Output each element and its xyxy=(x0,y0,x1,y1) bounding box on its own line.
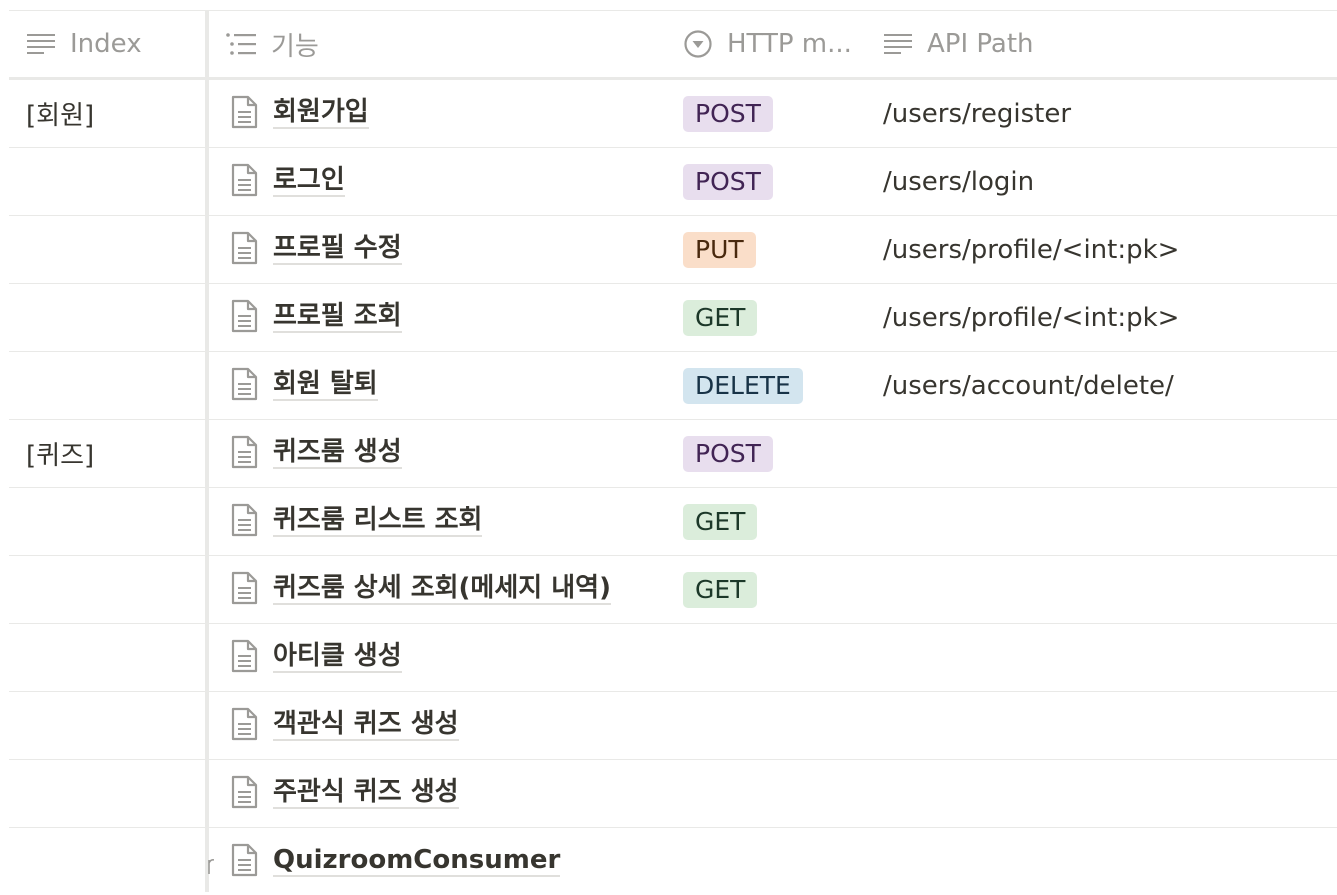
title-cell[interactable]: QuizroomConsumer xyxy=(229,828,561,895)
page-icon xyxy=(229,707,259,745)
column-header-label: 기능 xyxy=(271,31,319,62)
page-title-link[interactable]: 퀴즈룸 리스트 조회 xyxy=(273,505,483,538)
method-tag: PUT xyxy=(683,231,756,268)
page-title-link[interactable]: 객관식 퀴즈 생성 xyxy=(273,709,459,742)
page-title-link[interactable]: 회원가입 xyxy=(273,97,369,130)
column-header-function[interactable]: 기능 xyxy=(225,11,319,77)
api-path-value: /users/profile/<int:pk> xyxy=(883,302,1180,333)
table-row[interactable]: 아티클 생성 xyxy=(9,624,1337,692)
path-cell[interactable]: /users/register xyxy=(883,80,1071,147)
method-cell[interactable]: POST xyxy=(683,420,773,487)
title-cell[interactable]: 객관식 퀴즈 생성 xyxy=(229,692,459,759)
method-cell[interactable]: GET xyxy=(683,488,758,555)
column-header-label: API Path xyxy=(927,29,1034,59)
method-tag: DELETE xyxy=(683,367,803,404)
page-icon xyxy=(229,571,259,609)
partial-glyph xyxy=(208,850,215,876)
index-cell[interactable]: [회원] xyxy=(26,80,94,147)
method-tag: POST xyxy=(683,95,773,132)
method-cell[interactable]: PUT xyxy=(683,216,756,283)
path-cell[interactable]: /users/login xyxy=(883,148,1034,215)
column-header-label: HTTP m... xyxy=(727,29,852,59)
title-cell[interactable]: 프로필 조회 xyxy=(229,284,402,351)
table-row[interactable]: [회원] 회원가입 POST/users/register xyxy=(9,80,1337,148)
page-icon xyxy=(229,163,259,201)
title-cell[interactable]: 퀴즈룸 생성 xyxy=(229,420,402,487)
table-row[interactable]: 프로필 수정 PUT/users/profile/<int:pk> xyxy=(9,216,1337,284)
path-cell[interactable]: /users/account/delete/ xyxy=(883,352,1174,419)
page-title-link[interactable]: QuizroomConsumer xyxy=(273,845,561,878)
column-header-index[interactable]: Index xyxy=(26,11,142,77)
page-icon xyxy=(229,231,259,269)
select-property-icon xyxy=(684,30,712,58)
title-cell[interactable]: 퀴즈룸 리스트 조회 xyxy=(229,488,483,555)
api-path-value: /users/account/delete/ xyxy=(883,370,1174,401)
page-title-link[interactable]: 프로필 수정 xyxy=(273,233,402,266)
page-icon xyxy=(229,775,259,813)
title-cell[interactable]: 로그인 xyxy=(229,148,345,215)
table-row[interactable]: 회원 탈퇴 DELETE/users/account/delete/ xyxy=(9,352,1337,420)
method-tag: POST xyxy=(683,163,773,200)
method-tag: GET xyxy=(683,503,758,540)
method-cell[interactable]: GET xyxy=(683,556,758,623)
table-row[interactable]: 객관식 퀴즈 생성 xyxy=(9,692,1337,760)
api-path-value: /users/register xyxy=(883,98,1072,129)
table-row[interactable]: 로그인 POST/users/login xyxy=(9,148,1337,216)
title-property-icon xyxy=(226,33,256,55)
text-property-icon xyxy=(27,34,55,54)
title-cell[interactable]: 회원 탈퇴 xyxy=(229,352,378,419)
title-cell[interactable]: 주관식 퀴즈 생성 xyxy=(229,760,459,827)
method-cell[interactable]: GET xyxy=(683,284,758,351)
index-value: [퀴즈] xyxy=(26,441,95,471)
page-icon xyxy=(229,843,259,881)
method-tag: GET xyxy=(683,571,758,608)
path-cell[interactable]: /users/profile/<int:pk> xyxy=(883,284,1179,351)
method-cell[interactable]: POST xyxy=(683,80,773,147)
api-path-value: /users/profile/<int:pk> xyxy=(883,234,1180,265)
title-cell[interactable]: 프로필 수정 xyxy=(229,216,402,283)
page-title-link[interactable]: 퀴즈룸 생성 xyxy=(273,437,402,470)
column-header-path[interactable]: API Path xyxy=(883,11,1034,77)
page-icon xyxy=(229,503,259,541)
method-cell[interactable]: DELETE xyxy=(683,352,803,419)
page-title-link[interactable]: 로그인 xyxy=(273,165,345,198)
page-title-link[interactable]: 프로필 조회 xyxy=(273,301,402,334)
database-table: Index 기능 HTTP m... API Path [회원] 회원가입 PO… xyxy=(0,0,1337,892)
text-property-icon xyxy=(884,34,912,54)
page-title-link[interactable]: 주관식 퀴즈 생성 xyxy=(273,777,459,810)
page-icon xyxy=(229,639,259,677)
method-cell[interactable]: POST xyxy=(683,148,773,215)
method-tag: POST xyxy=(683,435,773,472)
page-title-link[interactable]: 아티클 생성 xyxy=(273,641,402,674)
table-row[interactable]: 퀴즈룸 리스트 조회 GET xyxy=(9,488,1337,556)
table-row[interactable]: 프로필 조회 GET/users/profile/<int:pk> xyxy=(9,284,1337,352)
page-icon xyxy=(229,367,259,405)
page-icon xyxy=(229,299,259,337)
table-row[interactable]: 주관식 퀴즈 생성 xyxy=(9,760,1337,828)
path-cell[interactable]: /users/profile/<int:pk> xyxy=(883,216,1179,283)
title-cell[interactable]: 퀴즈룸 상세 조회(메세지 내역) xyxy=(229,556,611,623)
page-icon xyxy=(229,95,259,133)
page-icon xyxy=(229,435,259,473)
column-header-method[interactable]: HTTP m... xyxy=(683,11,852,77)
title-cell[interactable]: 회원가입 xyxy=(229,80,369,147)
index-cell[interactable]: [퀴즈] xyxy=(26,420,94,487)
table-row[interactable]: 퀴즈룸 상세 조회(메세지 내역) GET xyxy=(9,556,1337,624)
page-title-link[interactable]: 퀴즈룸 상세 조회(메세지 내역) xyxy=(273,573,611,606)
table-row[interactable]: [퀴즈] 퀴즈룸 생성 POST xyxy=(9,420,1337,488)
title-cell[interactable]: 아티클 생성 xyxy=(229,624,402,691)
column-header-label: Index xyxy=(70,29,142,59)
page-title-link[interactable]: 회원 탈퇴 xyxy=(273,369,378,402)
index-value: [회원] xyxy=(26,101,95,131)
method-tag: GET xyxy=(683,299,758,336)
api-path-value: /users/login xyxy=(883,166,1035,197)
